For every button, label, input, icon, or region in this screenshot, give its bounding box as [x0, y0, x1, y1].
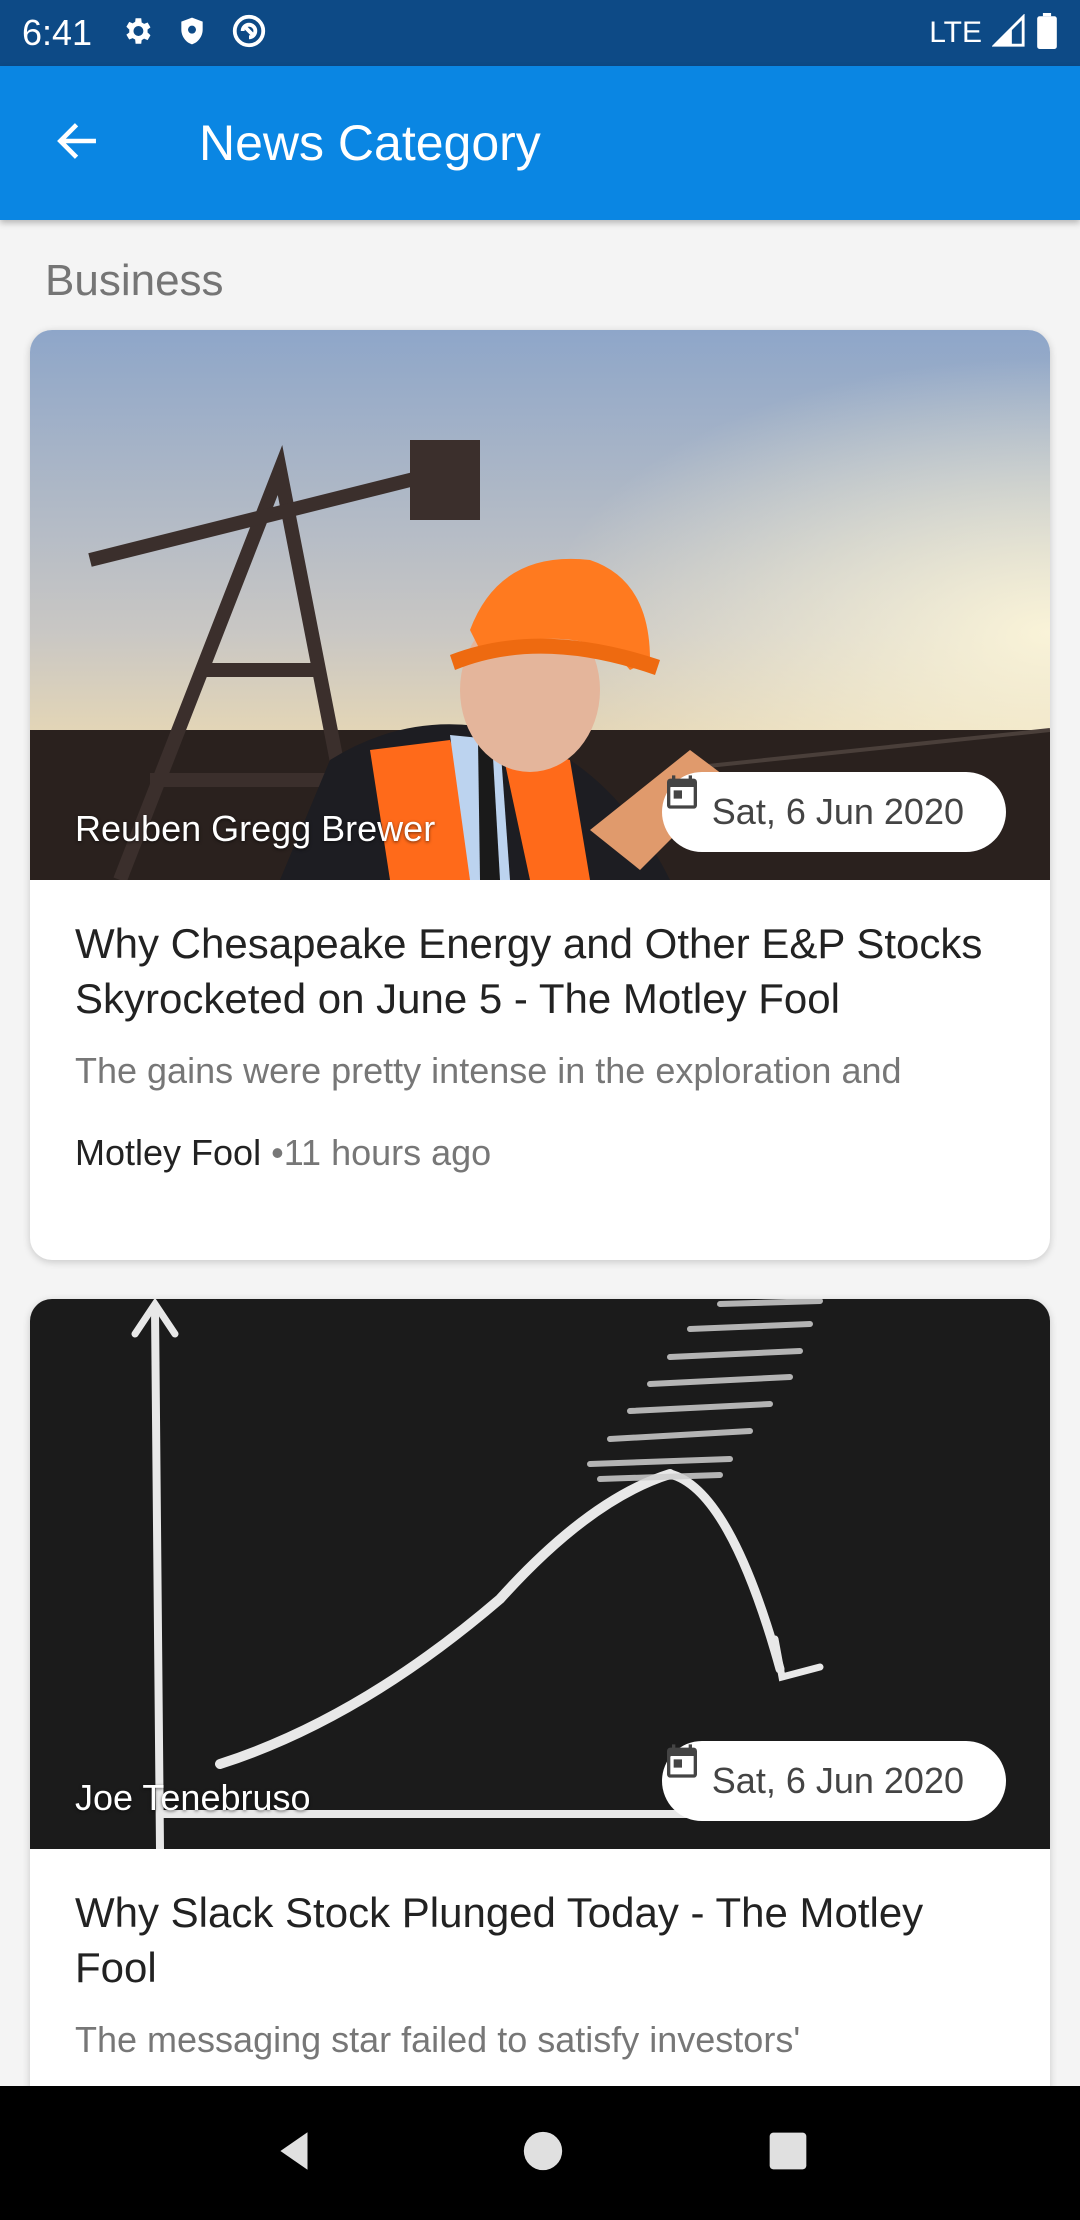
- shield-icon: [176, 14, 208, 53]
- article-image: Joe Tenebruso Sat, 6 Jun 2020: [30, 1299, 1050, 1849]
- article-description: The gains were pretty intense in the exp…: [75, 1050, 902, 1091]
- article-description: The messaging star failed to satisfy inv…: [75, 2019, 801, 2060]
- date-badge: Sat, 6 Jun 2020: [661, 1741, 1006, 1821]
- article-card[interactable]: Joe Tenebruso Sat, 6 Jun 2020 Why Slack …: [30, 1299, 1050, 2139]
- article-title[interactable]: Why Slack Stock Plunged Today - The Motl…: [75, 1885, 1005, 1995]
- system-nav-bar: [0, 2086, 1080, 2220]
- article-author: Reuben Gregg Brewer: [75, 808, 436, 849]
- back-button[interactable]: [0, 66, 154, 220]
- arrow-back-icon: [52, 116, 102, 171]
- battery-icon: [1036, 12, 1058, 54]
- article-time-ago: •11 hours ago: [271, 1132, 492, 1173]
- home-circle-icon[interactable]: [520, 2128, 566, 2179]
- page-title: News Category: [199, 115, 541, 171]
- article-date: Sat, 6 Jun 2020: [711, 791, 964, 832]
- article-source: Motley Fool: [75, 1132, 262, 1173]
- date-badge: Sat, 6 Jun 2020: [661, 772, 1006, 852]
- article-title[interactable]: Why Chesapeake Energy and Other E&P Stoc…: [75, 916, 1005, 1026]
- signal-icon: [991, 12, 1026, 53]
- status-bar: 6:41 LTE: [0, 0, 1080, 66]
- article-author: Joe Tenebruso: [75, 1777, 311, 1818]
- section-label: Business: [45, 256, 224, 305]
- article-meta: Motley Fool •11 hours ago: [75, 1132, 1005, 1174]
- recents-square-icon[interactable]: [766, 2129, 810, 2178]
- app-bar: News Category: [0, 66, 1080, 220]
- article-image: Reuben Gregg Brewer Sat, 6 Jun 2020: [30, 330, 1050, 880]
- gear-icon: [120, 14, 154, 53]
- status-time: 6:41: [22, 12, 93, 53]
- network-type: LTE: [929, 16, 982, 49]
- article-card[interactable]: Reuben Gregg Brewer Sat, 6 Jun 2020 Why …: [30, 330, 1050, 1260]
- article-date: Sat, 6 Jun 2020: [711, 1760, 964, 1801]
- back-triangle-icon[interactable]: [270, 2126, 320, 2181]
- sync-icon: [230, 12, 268, 55]
